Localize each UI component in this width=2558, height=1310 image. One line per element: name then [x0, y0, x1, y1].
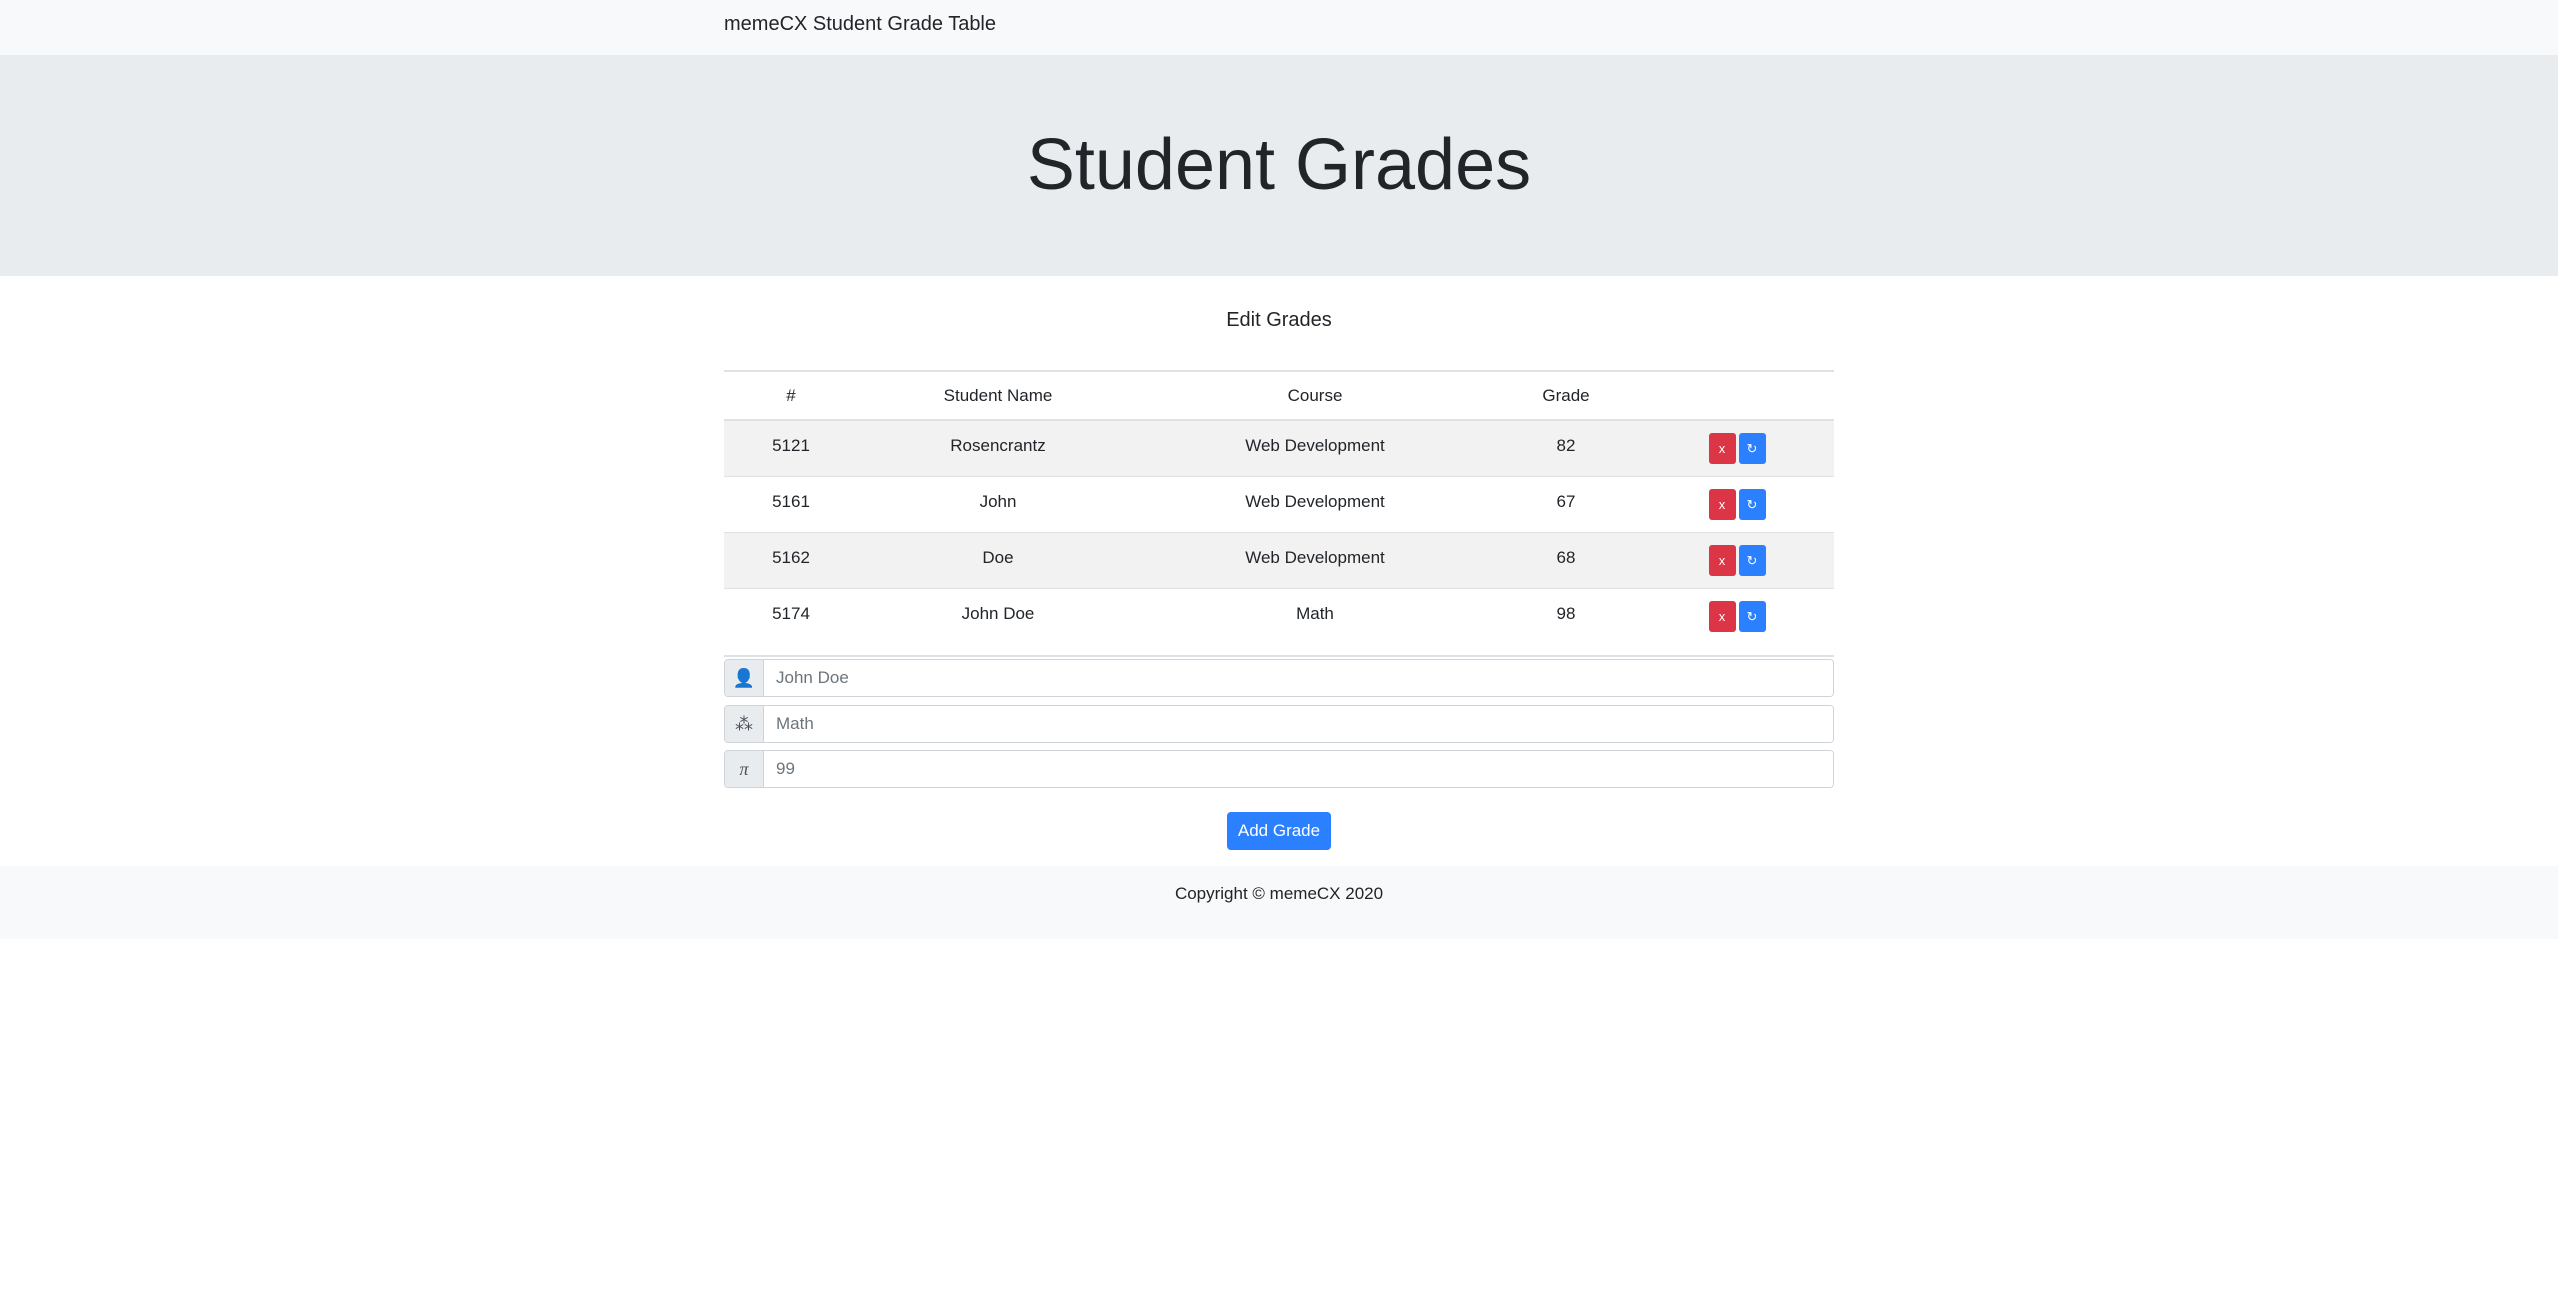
update-button[interactable]: ↻ — [1739, 545, 1766, 576]
cell-course: Web Development — [1138, 420, 1492, 476]
cell-grade: 82 — [1492, 420, 1640, 476]
update-button[interactable]: ↻ — [1739, 433, 1766, 464]
header-id: # — [724, 371, 858, 420]
name-input-group: 👤 — [724, 659, 1834, 697]
cell-course: Math — [1138, 588, 1492, 656]
grade-input-group: π — [724, 750, 1834, 788]
grade-input[interactable] — [764, 751, 1833, 787]
delete-button[interactable]: x — [1709, 433, 1736, 464]
update-button[interactable]: ↻ — [1739, 601, 1766, 632]
cell-actions: x↻ — [1640, 420, 1834, 476]
add-grade-button[interactable]: Add Grade — [1227, 812, 1331, 850]
cell-course: Web Development — [1138, 532, 1492, 588]
cell-actions: x↻ — [1640, 588, 1834, 656]
jumbotron: Student Grades — [0, 55, 2558, 276]
section-title: Edit Grades — [724, 309, 1834, 332]
user-icon: 👤 — [725, 660, 764, 696]
table-row: 5162DoeWeb Development68x↻ — [724, 532, 1834, 588]
cell-id: 5161 — [724, 476, 858, 532]
cell-name: John Doe — [858, 588, 1138, 656]
table-row: 5161JohnWeb Development67x↻ — [724, 476, 1834, 532]
course-input[interactable] — [764, 706, 1833, 742]
cell-course: Web Development — [1138, 476, 1492, 532]
cell-grade: 98 — [1492, 588, 1640, 656]
footer: Copyright © memeCX 2020 — [0, 866, 2558, 939]
table-row: 5121RosencrantzWeb Development82x↻ — [724, 420, 1834, 476]
cell-id: 5121 — [724, 420, 858, 476]
copyright-text: Copyright © memeCX 2020 — [1175, 884, 1383, 903]
update-button[interactable]: ↻ — [1739, 489, 1766, 520]
delete-button[interactable]: x — [1709, 489, 1736, 520]
header-course: Course — [1138, 371, 1492, 420]
header-actions — [1640, 371, 1834, 420]
delete-button[interactable]: x — [1709, 545, 1736, 576]
student-name-input[interactable] — [764, 660, 1833, 696]
cell-grade: 68 — [1492, 532, 1640, 588]
cell-name: John — [858, 476, 1138, 532]
cell-actions: x↻ — [1640, 476, 1834, 532]
navbar: memeCX Student Grade Table — [0, 0, 2558, 55]
cell-grade: 67 — [1492, 476, 1640, 532]
cell-name: Rosencrantz — [858, 420, 1138, 476]
delete-button[interactable]: x — [1709, 601, 1736, 632]
navbar-brand[interactable]: memeCX Student Grade Table — [724, 13, 996, 36]
cell-actions: x↻ — [1640, 532, 1834, 588]
grades-table: # Student Name Course Grade 5121Rosencra… — [724, 370, 1834, 657]
cell-name: Doe — [858, 532, 1138, 588]
header-grade: Grade — [1492, 371, 1640, 420]
page-title: Student Grades — [0, 55, 2558, 276]
cell-id: 5162 — [724, 532, 858, 588]
asterism-icon: ⁂ — [725, 706, 764, 742]
table-row: 5174John DoeMath98x↻ — [724, 588, 1834, 656]
cell-id: 5174 — [724, 588, 858, 656]
header-student-name: Student Name — [858, 371, 1138, 420]
table-header: # Student Name Course Grade — [724, 371, 1834, 420]
pi-icon: π — [725, 751, 764, 787]
course-input-group: ⁂ — [724, 705, 1834, 743]
